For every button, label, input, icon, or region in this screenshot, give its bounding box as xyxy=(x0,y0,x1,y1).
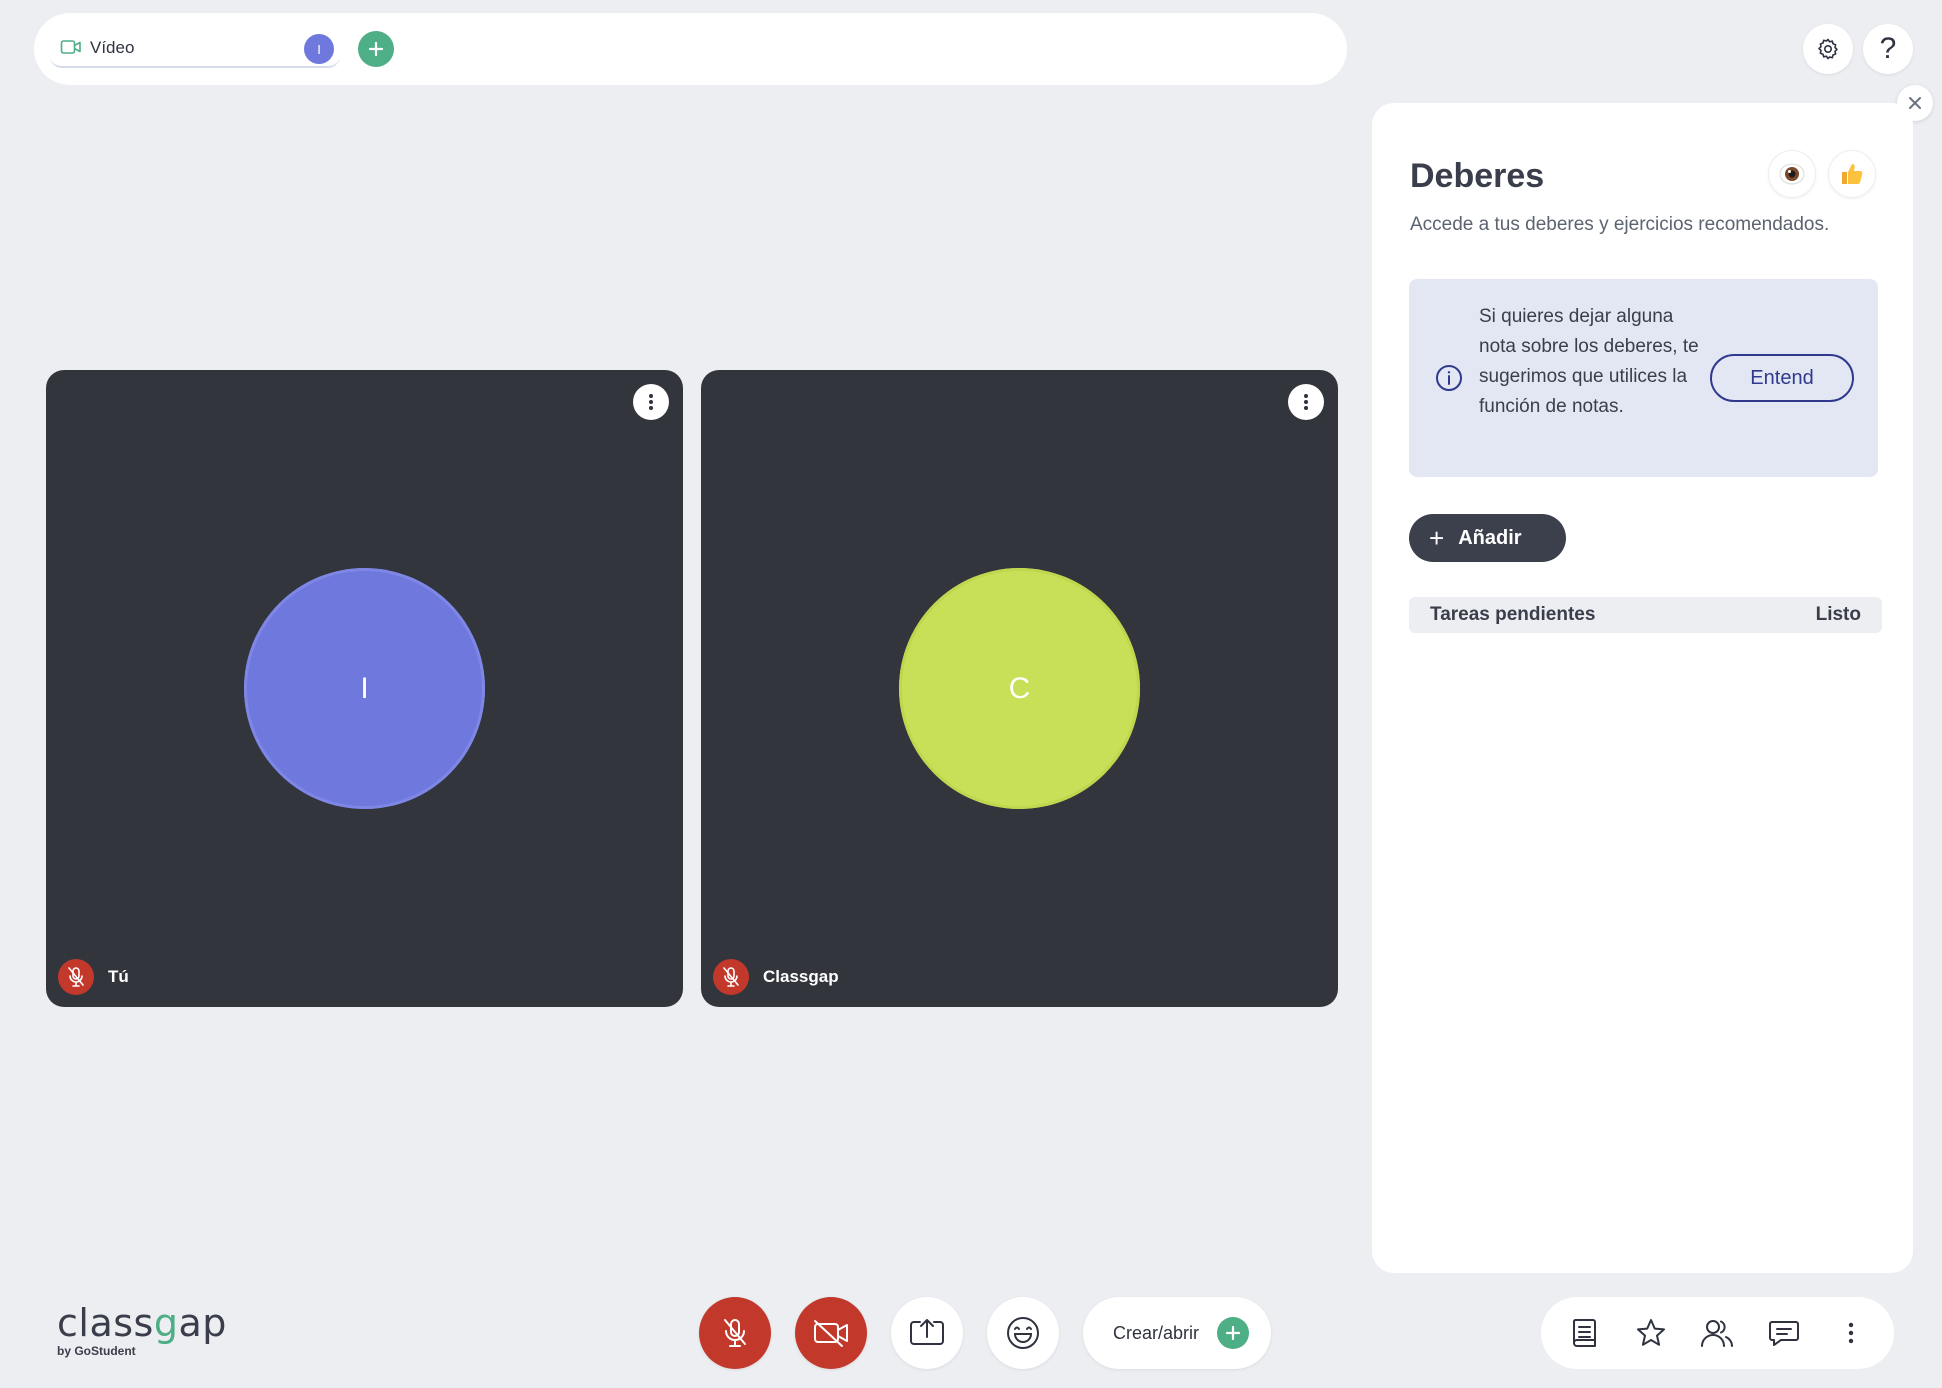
mic-off-icon xyxy=(724,1319,746,1347)
create-open-label: Crear/abrir xyxy=(1113,1322,1200,1343)
tab-label: Vídeo xyxy=(90,38,135,57)
share-screen-icon xyxy=(910,1319,944,1345)
logo-wordmark: classgap xyxy=(57,1301,227,1345)
tab-bar: Vídeo I xyxy=(34,13,1347,85)
participants-button[interactable] xyxy=(1693,1309,1741,1357)
panel-subtitle: Accede a tus deberes y ejercicios recome… xyxy=(1410,214,1830,235)
star-icon xyxy=(1636,1319,1665,1346)
notes-icon xyxy=(1573,1319,1597,1347)
more-vertical-icon xyxy=(1304,394,1308,410)
more-vertical-icon xyxy=(1848,1322,1853,1344)
participant-name: Classgap xyxy=(763,967,839,986)
panel-title: Deberes xyxy=(1410,157,1545,195)
homework-panel: Deberes Accede a tus deberes y ejercicio… xyxy=(1372,103,1913,1273)
video-tile-self[interactable]: I Tú xyxy=(46,370,683,1007)
close-icon xyxy=(1909,97,1921,109)
help-button[interactable]: ? xyxy=(1863,24,1913,74)
info-text: Si quieres dejar alguna nota sobre los d… xyxy=(1479,306,1699,417)
more-vertical-icon xyxy=(649,394,653,410)
add-tab-button[interactable] xyxy=(358,31,394,67)
add-homework-button[interactable]: + Añadir xyxy=(1409,514,1566,562)
tab-video[interactable]: Vídeo I xyxy=(50,30,340,68)
dismiss-notice-button[interactable]: Entend xyxy=(1710,354,1854,402)
info-icon xyxy=(1434,363,1464,398)
chat-icon xyxy=(1769,1321,1800,1346)
help-icon: ? xyxy=(1879,32,1897,65)
participant-name: Tú xyxy=(108,967,129,986)
eye-icon xyxy=(1779,163,1805,185)
tile-menu-button[interactable] xyxy=(633,384,669,420)
reactions-button[interactable] xyxy=(987,1297,1059,1369)
tab-avatar: I xyxy=(304,34,334,64)
pending-tasks-header: Tareas pendientes xyxy=(1430,604,1596,625)
done-column-header: Listo xyxy=(1815,604,1861,625)
settings-button[interactable] xyxy=(1803,24,1853,74)
video-camera-icon xyxy=(60,38,84,58)
more-options-button[interactable] xyxy=(1827,1309,1875,1357)
plus-icon xyxy=(368,41,384,57)
notes-button[interactable] xyxy=(1560,1309,1608,1357)
right-toolbar xyxy=(1541,1297,1894,1369)
plus-icon xyxy=(1217,1317,1250,1349)
camera-off-icon xyxy=(814,1320,848,1347)
thumbs-up-icon xyxy=(1842,164,1863,184)
smiley-icon xyxy=(1007,1317,1039,1349)
gear-icon xyxy=(1818,38,1838,60)
share-screen-button[interactable] xyxy=(891,1297,963,1369)
classgap-logo: classgap by GoStudent xyxy=(57,1304,227,1358)
mic-off-icon xyxy=(58,959,94,995)
video-tile-remote[interactable]: C Classgap xyxy=(701,370,1338,1007)
tile-menu-button[interactable] xyxy=(1288,384,1324,420)
homework-list-header: Tareas pendientes Listo xyxy=(1409,597,1882,633)
participant-avatar: I xyxy=(244,568,485,809)
view-button[interactable] xyxy=(1768,150,1816,198)
users-icon xyxy=(1701,1320,1734,1347)
toggle-microphone-button[interactable] xyxy=(699,1297,771,1369)
like-button[interactable] xyxy=(1828,150,1876,198)
logo-byline: by GoStudent xyxy=(57,1344,136,1358)
chat-button[interactable] xyxy=(1760,1309,1808,1357)
favorites-button[interactable] xyxy=(1627,1309,1675,1357)
add-button-label: Añadir xyxy=(1458,526,1522,549)
create-open-button[interactable]: Crear/abrir xyxy=(1083,1297,1271,1369)
toggle-camera-button[interactable] xyxy=(795,1297,867,1369)
info-notice: Si quieres dejar alguna nota sobre los d… xyxy=(1409,279,1878,477)
plus-icon: + xyxy=(1429,523,1445,553)
participant-avatar: C xyxy=(899,568,1140,809)
mic-off-icon xyxy=(713,959,749,995)
